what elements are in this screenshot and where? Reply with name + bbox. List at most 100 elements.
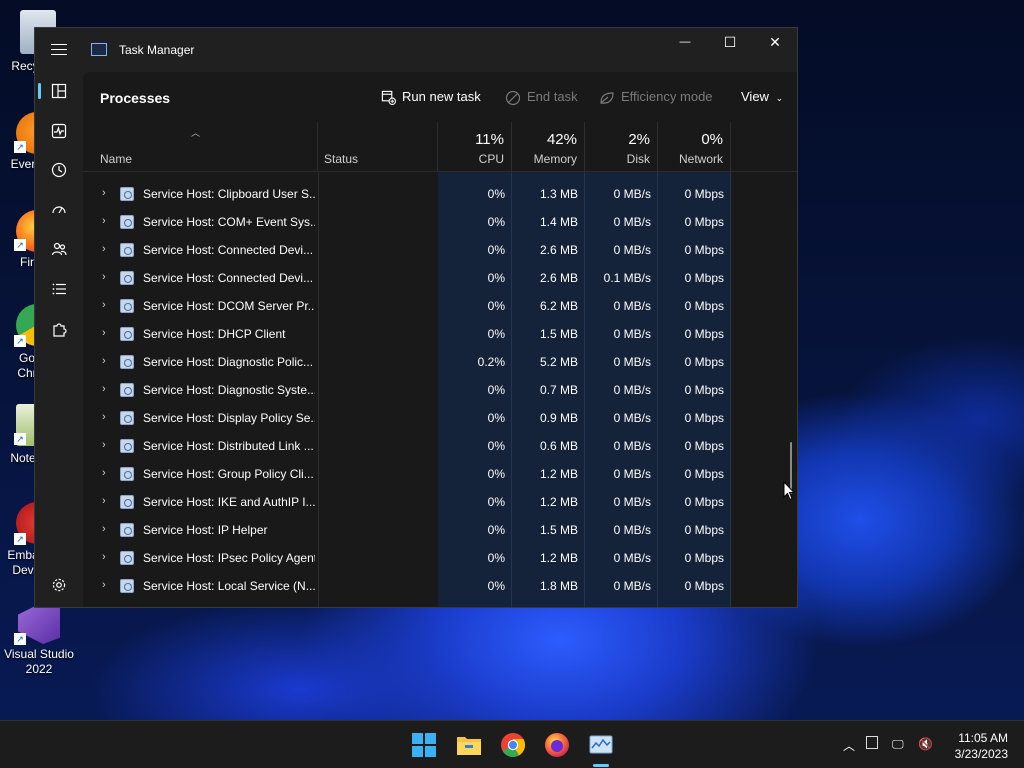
process-memory: 1.5 MB [539,327,578,341]
process-cpu: 0% [487,579,505,593]
process-network: 0 Mbps [684,579,724,593]
taskbar-start-button[interactable] [408,729,440,761]
process-disk: 0 MB/s [613,187,651,201]
process-cpu: 0% [487,243,505,257]
nav-selection-indicator [38,83,41,99]
expand-chevron-icon[interactable]: › [102,355,110,367]
taskbar: ︿ 🖵 🔇 11:05 AM 3/23/2023 [0,720,1024,768]
taskbar-file-explorer[interactable] [453,729,485,761]
taskbar-firefox[interactable] [541,729,573,761]
nav-app-history[interactable] [43,154,75,186]
process-disk: 0 MB/s [613,551,651,565]
service-host-icon [120,467,134,481]
folder-icon [457,737,481,755]
process-name: Service Host: Display Policy Se... [143,411,315,425]
expand-chevron-icon[interactable]: › [102,467,110,479]
process-row[interactable]: › Service Host: DCOM Server Pr... 0% 6.2 MB… [83,292,797,320]
network-monitor-icon[interactable]: 🖵 [892,737,904,752]
task-manager-app-icon [91,43,107,56]
column-header-memory[interactable]: 42% Memory [512,122,585,172]
expand-chevron-icon[interactable]: › [102,383,110,395]
expand-chevron-icon[interactable]: › [102,271,110,283]
title-bar[interactable]: Task Manager — ☐ ✕ [35,28,797,72]
show-hidden-icons-chevron-up-icon[interactable]: ︿ [843,737,855,754]
process-row[interactable]: › Service Host: Diagnostic Syste... 0% 0.7 … [83,376,797,404]
task-manager-window: Task Manager — ☐ ✕ Processes Run new tas… [34,27,798,608]
expand-chevron-icon[interactable]: › [102,551,110,563]
hamburger-menu-icon[interactable] [51,44,67,56]
process-row[interactable]: › Service Host: Group Policy Cli... 0% 1.2 … [83,460,797,488]
process-row[interactable]: › Service Host: IPsec Policy Agent 0% 1.2 M… [83,544,797,572]
column-label: Network [678,152,723,166]
process-row[interactable]: › Service Host: Distributed Link ... 0% 0.6… [83,432,797,460]
column-label: Disk [626,152,650,166]
expand-chevron-icon[interactable]: › [102,495,110,507]
maximize-button[interactable]: ☐ [707,28,753,60]
nav-settings[interactable] [43,569,75,601]
end-task-button[interactable]: End task [505,88,578,108]
nav-processes[interactable] [43,75,75,107]
column-header-disk[interactable]: 2% Disk [585,122,658,172]
column-header-cpu[interactable]: 11% CPU [438,122,512,172]
system-clock[interactable]: 11:05 AM 3/23/2023 [955,730,1008,762]
expand-chevron-icon[interactable]: › [102,299,110,311]
column-header-name[interactable]: ︿ Name [83,122,318,172]
efficiency-mode-button[interactable]: Efficiency mode [599,88,713,108]
processes-icon [51,83,67,98]
expand-chevron-icon[interactable]: › [102,187,110,199]
desktop-icon-visual-studio[interactable]: ↗ Visual Studio 2022 [0,600,78,680]
process-cpu: 0% [487,187,505,201]
minimize-button[interactable]: — [662,28,708,60]
process-disk: 0 MB/s [613,579,651,593]
taskbar-task-manager[interactable] [585,729,617,767]
view-dropdown-button[interactable]: View ⌄ [741,88,783,108]
expand-chevron-icon[interactable]: › [102,327,110,339]
process-memory: 1.2 MB [539,551,578,565]
nav-details[interactable] [43,273,75,305]
nav-users[interactable] [43,233,75,265]
process-name: Service Host: Connected Devi... [143,243,314,257]
process-row[interactable]: › Service Host: IP Helper 0% 1.5 MB 0 MB/s 0 … [83,516,797,544]
process-row[interactable]: › Service Host: DHCP Client 0% 1.5 MB 0 MB/s… [83,320,797,348]
column-header-status[interactable]: Status [318,122,438,172]
tray-app-icon[interactable] [866,736,878,749]
volume-muted-icon[interactable]: 🔇 [918,737,933,751]
column-header-network[interactable]: 0% Network [658,122,731,172]
process-memory: 0.6 MB [539,439,578,453]
process-row[interactable]: › Service Host: Clipboard User S... 0% 1.3 … [83,180,797,208]
expand-chevron-icon[interactable]: › [102,411,110,423]
nav-services[interactable] [43,314,75,346]
run-new-task-button[interactable]: Run new task [381,88,481,108]
process-name: Service Host: Connected Devi... [143,271,314,285]
process-name: Service Host: Diagnostic Polic... [143,355,314,369]
process-row[interactable]: › Service Host: Diagnostic Polic... 0.2% 5.… [83,348,797,376]
close-button[interactable]: ✕ [752,28,797,60]
process-memory: 1.3 MB [539,187,578,201]
process-row[interactable]: › Service Host: Local Service (N... 0% 1.8 … [83,572,797,600]
clock-date: 3/23/2023 [954,747,1008,761]
taskbar-chrome[interactable] [497,729,529,761]
process-cpu: 0% [487,551,505,565]
process-name: Service Host: COM+ Event Sys... [143,215,315,229]
process-list: › Service Host: Clipboard User S... 0% 1.3 … [83,172,797,607]
expand-chevron-icon[interactable]: › [102,243,110,255]
process-row[interactable]: › Service Host: Connected Devi... 0% 2.6 MB… [83,236,797,264]
process-disk: 0 MB/s [613,439,651,453]
process-disk: 0.1 MB/s [603,271,651,285]
column-label: Status [324,152,359,166]
process-row[interactable]: › Service Host: Display Policy Se... 0% 0.9… [83,404,797,432]
process-row[interactable]: › Service Host: Connected Devi... 0% 2.6 MB… [83,264,797,292]
process-name: Service Host: Clipboard User S... [143,187,315,201]
expand-chevron-icon[interactable]: › [102,579,110,591]
process-row[interactable]: › Service Host: IKE and AuthIP I... 0% 1.2 … [83,488,797,516]
service-host-icon [120,579,134,593]
nav-performance[interactable] [43,115,75,147]
service-host-icon [120,299,134,313]
process-row[interactable]: › Service Host: COM+ Event Sys... 0% 1.4 MB… [83,208,797,236]
end-task-label: End task [527,89,578,104]
chevron-down-icon: ⌄ [775,93,784,103]
expand-chevron-icon[interactable]: › [102,215,110,227]
nav-startup-apps[interactable] [43,194,75,226]
expand-chevron-icon[interactable]: › [102,439,110,451]
expand-chevron-icon[interactable]: › [102,523,110,535]
